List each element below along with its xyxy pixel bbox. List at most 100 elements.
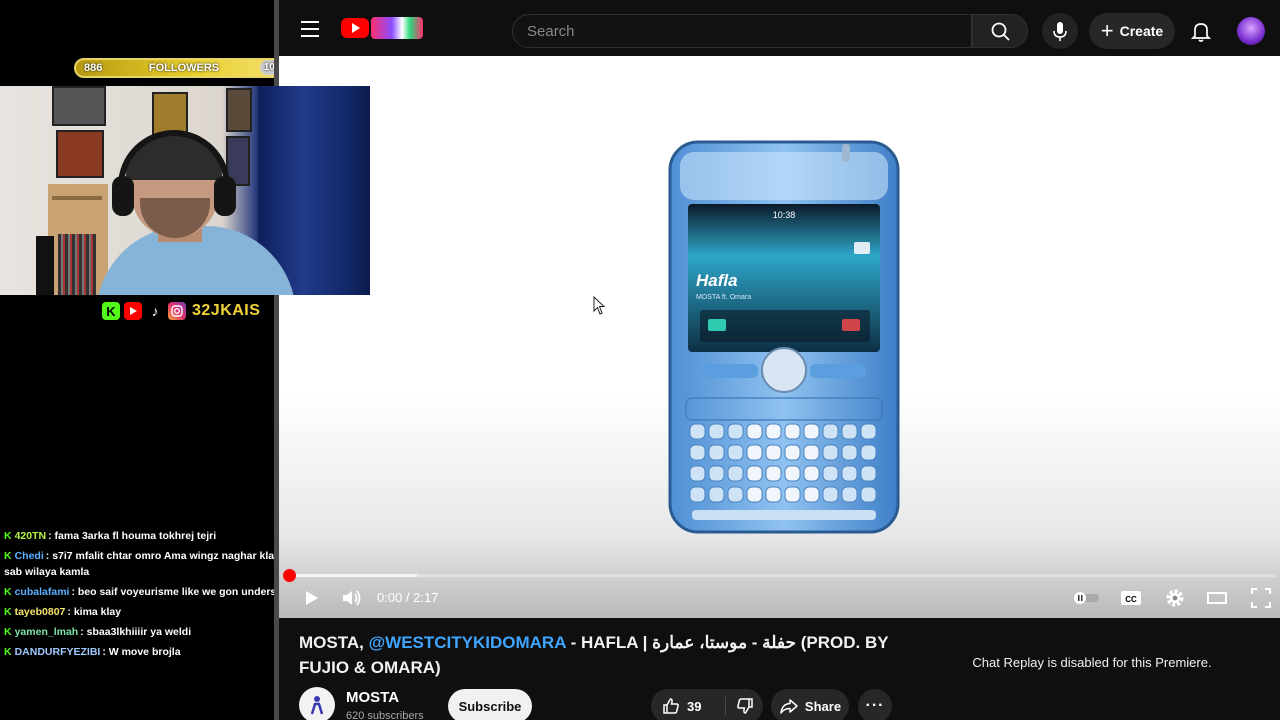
share-button[interactable]: Share [771,689,849,720]
kick-badge-icon: K [4,586,12,598]
search-icon [991,22,1010,41]
phone-key [841,486,858,503]
autoplay-toggle[interactable] [1069,584,1103,612]
chat-username[interactable]: Chedi [15,550,44,562]
kick-icon: K [102,302,120,320]
phone-song-title: Hafla [696,271,738,290]
youtube-logo[interactable] [341,17,423,39]
social-links: K ♪ 32JKAIS [102,300,260,322]
settings-button[interactable] [1161,584,1189,612]
create-button[interactable]: + Create [1089,13,1175,49]
phone-key [860,465,877,482]
menu-icon[interactable] [301,21,319,37]
phone-key [708,465,725,482]
like-dislike-group: 39 [651,689,763,720]
wall-poster [226,88,252,132]
account-avatar[interactable] [1237,17,1265,45]
fullscreen-icon [1251,588,1271,608]
youtube-play-icon [341,18,369,38]
subscribe-button[interactable]: Subscribe [448,689,532,720]
kick-badge-icon: K [4,606,12,618]
search-button[interactable] [972,14,1028,48]
masthead: + Create [279,6,1280,56]
fullscreen-button[interactable] [1247,584,1275,612]
chat-text: kima klay [73,606,122,618]
phone-key [708,423,725,440]
share-label: Share [804,698,842,714]
search-box [512,14,972,48]
phone-key [746,486,763,503]
headphone-earcup [112,176,134,216]
phone-artist: MOSTA ft. Omara [696,294,751,301]
like-button[interactable]: 39 [651,689,725,720]
volume-icon [343,590,361,606]
dislike-button[interactable] [726,689,763,720]
followers-goal-bar: 886 FOLLOWERS 1000 [74,58,294,78]
social-handle: 32JKAIS [192,302,261,319]
kick-badge-icon: K [4,646,12,658]
thumbs-up-icon [663,698,679,714]
phone-key [784,486,801,503]
bell-icon [1190,23,1212,42]
cc-icon: CC [1121,591,1141,605]
phone-key [708,444,725,461]
video-player[interactable]: 10:38 Hafla MOSTA ft. Omara 0:00 / 2:17 … [279,56,1280,618]
chat-username[interactable]: cubalafami [15,586,70,598]
kick-badge-icon: K [4,550,12,562]
phone-key [860,423,877,440]
mention-link[interactable]: @WESTCITYKIDOMARA [369,633,566,652]
phone-key [746,423,763,440]
play-icon [306,591,318,605]
phone-key [689,486,706,503]
more-icon: ··· [865,697,885,714]
search-input[interactable] [513,15,971,47]
theater-mode-button[interactable] [1203,584,1231,612]
phone-key [822,444,839,461]
thumbs-down-icon [736,698,753,714]
phone-clock: 10:38 [773,210,796,220]
phone-key [860,486,877,503]
chat-username[interactable]: tayeb0807 [15,606,66,618]
chat-username[interactable]: DANDURFYEZIBI [15,646,101,658]
phone-key [765,465,782,482]
phone-key [841,444,858,461]
theater-icon [1207,592,1227,604]
phone-key [803,423,820,440]
vinyl-records [58,234,96,295]
gear-icon [1166,589,1184,607]
progress-bar[interactable] [289,574,1275,577]
phone-key [727,486,744,503]
phone-key [765,423,782,440]
phone-key [784,423,801,440]
phone-key [822,465,839,482]
chat-replay-notice: Chat Replay is disabled for this Premier… [972,655,1212,670]
time-display: 0:00 / 2:17 [377,590,439,605]
phone-key [765,486,782,503]
channel-logo-icon [310,696,324,715]
phone-key [727,444,744,461]
channel-avatar[interactable] [299,687,335,720]
webcam-feed [0,86,370,295]
chat-text: fama 3arka fl houma tokhrej tejri [54,530,217,542]
mute-button[interactable] [337,584,365,612]
channel-name[interactable]: MOSTA [346,689,399,706]
autoplay-icon [1074,592,1099,604]
captions-button[interactable]: CC [1117,584,1145,612]
voice-search-button[interactable] [1042,13,1078,49]
notifications-button[interactable] [1185,15,1217,47]
phone-key [689,423,706,440]
microphone-icon [1053,22,1067,41]
play-button[interactable] [297,584,325,612]
progress-scrubber[interactable] [283,569,296,582]
more-actions-button[interactable]: ··· [858,689,892,720]
chat-username[interactable]: yamen_lmah [15,626,79,638]
chat-text: W move brojla [108,646,181,658]
phone-key [708,486,725,503]
plus-icon: + [1100,18,1114,43]
kick-badge-icon: K [4,530,12,542]
chat-username[interactable]: 420TN [15,530,47,542]
phone-key [803,486,820,503]
phone-key [727,423,744,440]
video-title: MOSTA, @WESTCITYKIDOMARA - HAFLA | حفلة … [299,630,889,680]
phone-key [841,423,858,440]
